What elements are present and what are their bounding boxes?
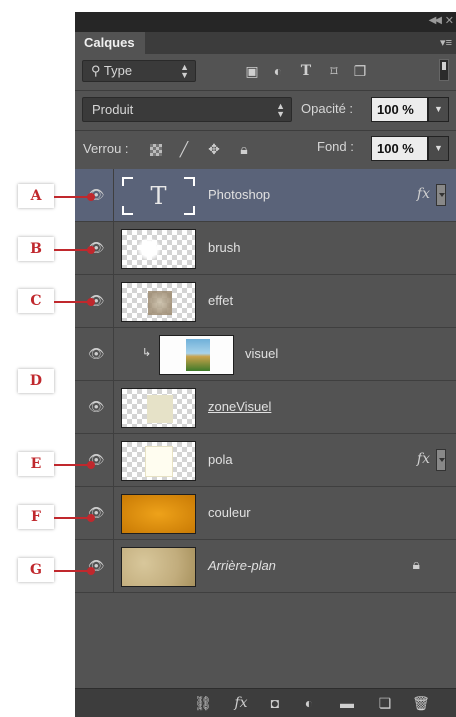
opacity-dropdown-icon[interactable]: ▼ — [428, 97, 449, 122]
filter-kind-label: ⚲ Type — [91, 63, 133, 78]
layer-thumbnail — [121, 388, 196, 428]
polaroid-frame-shape — [145, 446, 173, 477]
link-layers-icon[interactable]: ⛓ — [193, 693, 213, 713]
visibility-cell[interactable]: 👁︎ — [75, 487, 114, 539]
layer-name: visuel — [245, 346, 279, 361]
close-icon[interactable]: ✕ — [445, 14, 454, 27]
eye-icon[interactable]: 👁︎ — [88, 400, 105, 414]
shape-filter-icon[interactable]: ⌑ — [325, 62, 343, 80]
updown-arrows-icon: ▲ ▼ — [180, 62, 189, 80]
blend-mode-select[interactable]: Produit ▲ ▼ — [82, 97, 292, 122]
fx-expand-toggle[interactable] — [436, 184, 446, 206]
effet-texture-shape — [148, 291, 172, 315]
layer-thumbnail: T — [121, 176, 196, 216]
fx-icon[interactable]: fx — [417, 186, 430, 202]
clipping-mask-arrow-icon: ↳ — [142, 347, 152, 359]
layer-visuel[interactable]: 👁︎ ↳ visuel — [75, 328, 456, 381]
callout-f: F — [18, 505, 54, 529]
visibility-cell[interactable]: 👁︎ — [75, 434, 114, 486]
callout-g-leader — [54, 567, 95, 575]
callout-a: A — [18, 184, 54, 208]
eye-icon[interactable]: 👁︎ — [88, 347, 105, 361]
callout-e: E — [18, 452, 54, 476]
filter-kind-select[interactable]: ⚲ Type ▲ ▼ — [82, 60, 196, 82]
panel-menu-icon[interactable]: ▾≡ — [440, 36, 452, 49]
layer-thumbnail — [159, 335, 234, 375]
layer-thumbnail — [121, 282, 196, 322]
layer-brush[interactable]: 👁︎ brush — [75, 222, 456, 275]
fill-dropdown-icon[interactable]: ▼ — [428, 136, 449, 161]
layer-thumbnail — [121, 547, 196, 587]
fill-input[interactable]: 100 % — [371, 136, 428, 161]
fx-icon[interactable]: fx — [231, 693, 251, 713]
fx-expand-toggle[interactable] — [436, 449, 446, 471]
visuel-photo-shape — [186, 339, 210, 371]
layer-name: brush — [208, 240, 241, 255]
layer-name: pola — [208, 452, 233, 467]
callout-d: D — [18, 369, 54, 393]
callout-g: G — [18, 558, 54, 582]
layer-name: couleur — [208, 505, 251, 520]
callout-c: C — [18, 289, 54, 313]
callout-f-leader — [54, 514, 95, 522]
tab-bar: Calques ▾≡ — [75, 32, 456, 54]
layer-name: Arrière-plan — [208, 558, 276, 573]
layer-name: effet — [208, 293, 234, 308]
layer-pola[interactable]: 👁︎ pola fx — [75, 434, 456, 487]
filter-toggle[interactable] — [439, 59, 449, 81]
layer-zonevisuel[interactable]: 👁︎ zoneVisuel — [75, 381, 456, 434]
layers-panel: ◀◀ ✕ Calques ▾≡ ⚲ Type ▲ ▼ ▣ ◐ T ⌑ ❐ Prod… — [75, 12, 456, 717]
brush-stroke-shape — [136, 238, 162, 260]
layers-bottom-toolbar: ⛓ fx ◘ ◐ ▬ ❏ 🗑︎ — [75, 688, 456, 717]
type-filter-icon[interactable]: T — [297, 62, 315, 80]
opacity-label: Opacité : — [301, 101, 354, 116]
panel-title-strip: ◀◀ ✕ — [75, 12, 456, 32]
updown-arrows-icon: ▲ ▼ — [276, 101, 285, 119]
double-chevron-left-icon[interactable]: ◀◀ — [429, 15, 442, 26]
tab-calques[interactable]: Calques — [75, 32, 145, 54]
new-layer-icon[interactable]: ❏ — [375, 693, 395, 713]
group-folder-icon[interactable]: ▬ — [337, 693, 357, 713]
callout-a-leader — [54, 193, 95, 201]
image-filter-icon[interactable]: ▣ — [243, 62, 261, 80]
callout-e-leader — [54, 461, 95, 469]
trash-icon[interactable]: 🗑︎ — [411, 693, 431, 713]
lock-position-move-icon[interactable]: ✥ — [205, 140, 223, 158]
layer-thumbnail — [121, 441, 196, 481]
blend-mode-value: Produit — [92, 102, 134, 117]
fill-label: Fond : — [317, 139, 354, 154]
adjustment-layer-icon[interactable]: ◐ — [299, 693, 319, 713]
lock-transparency-icon[interactable] — [150, 144, 162, 156]
visibility-cell[interactable]: 👁︎ — [75, 540, 114, 592]
smart-object-filter-icon[interactable]: ❐ — [351, 62, 369, 80]
callout-c-leader — [54, 298, 95, 306]
lock-label: Verrou : — [83, 141, 129, 156]
zone-rect-shape — [147, 395, 173, 423]
divider — [75, 90, 456, 91]
callout-b: B — [18, 237, 54, 261]
fx-icon[interactable]: fx — [417, 451, 430, 467]
lock-all-icon[interactable]: 🔒︎ — [235, 140, 253, 158]
layer-effet[interactable]: 👁︎ effet — [75, 275, 456, 328]
layer-photoshop[interactable]: 👁︎ T Photoshop fx — [75, 169, 456, 222]
divider — [75, 130, 456, 131]
filter-kind-value: Type — [103, 63, 133, 78]
text-layer-glyph: T — [150, 182, 167, 210]
visibility-cell[interactable]: 👁︎ — [75, 381, 114, 433]
lock-pixels-brush-icon[interactable]: ╱ — [175, 140, 193, 158]
visibility-cell[interactable]: 👁︎ — [75, 328, 114, 380]
opacity-input[interactable]: 100 % — [371, 97, 428, 122]
lock-icon: 🔒︎ — [412, 556, 420, 572]
layer-name: Photoshop — [208, 187, 271, 202]
layer-arriere-plan[interactable]: 👁︎ Arrière-plan 🔒︎ — [75, 540, 456, 593]
layer-thumbnail — [121, 494, 196, 534]
callout-b-leader — [54, 246, 95, 254]
layer-name: zoneVisuel — [208, 399, 272, 414]
layer-couleur[interactable]: 👁︎ couleur — [75, 487, 456, 540]
adjustment-filter-icon[interactable]: ◐ — [269, 62, 287, 80]
layer-mask-icon[interactable]: ◘ — [265, 693, 285, 713]
layer-thumbnail — [121, 229, 196, 269]
